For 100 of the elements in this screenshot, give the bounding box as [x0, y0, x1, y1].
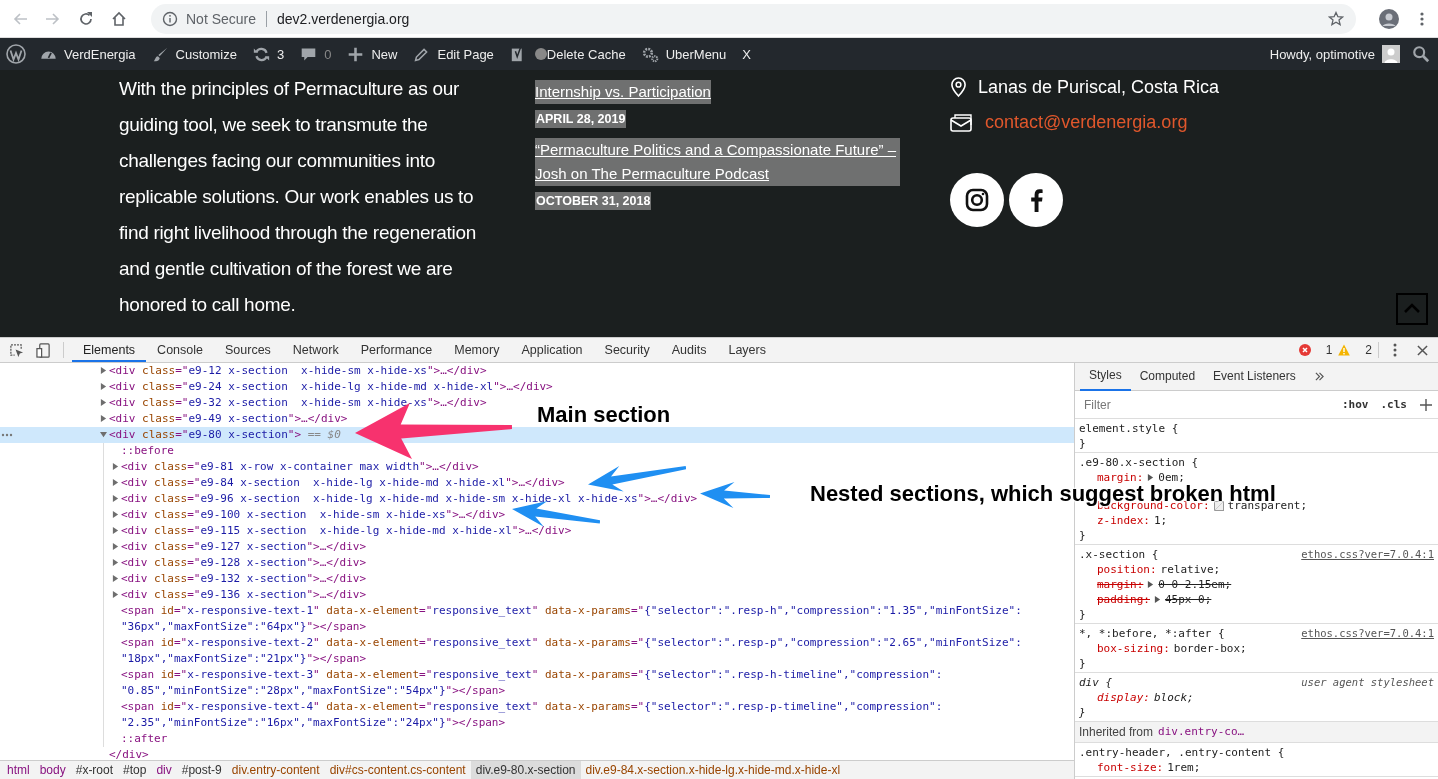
devtools-tab[interactable]: Audits — [660, 338, 718, 362]
inspect-element-icon[interactable] — [9, 342, 24, 358]
property-name[interactable]: position: — [1097, 562, 1157, 577]
property-name[interactable]: box-sizing: — [1097, 641, 1170, 656]
instagram-icon[interactable] — [950, 173, 1004, 227]
star-icon[interactable] — [1328, 10, 1344, 27]
expand-triangle-icon[interactable] — [112, 559, 119, 566]
more-icon[interactable] — [1, 433, 13, 437]
close-icon[interactable] — [1417, 344, 1428, 356]
devtools-tab[interactable]: Elements — [72, 338, 147, 362]
expand-triangle-icon[interactable] — [1147, 474, 1155, 481]
home-icon[interactable] — [111, 10, 127, 27]
breadcrumb-item[interactable]: #top — [118, 761, 152, 779]
expand-triangle-icon[interactable] — [112, 543, 119, 550]
code-line[interactable]: <div class="e9-100 x-section x-hide-sm x-hide-xs">…</div> — [121, 507, 506, 523]
breadcrumb-item[interactable]: div — [151, 761, 177, 779]
expand-triangle-icon[interactable] — [1154, 596, 1161, 603]
avatar-icon[interactable] — [1379, 8, 1399, 29]
code-line[interactable]: ::after — [121, 731, 168, 747]
collapse-triangle-icon[interactable] — [100, 431, 107, 438]
admin-bar-link[interactable]: New — [347, 45, 398, 63]
expand-triangle-icon[interactable] — [112, 591, 119, 598]
breadcrumb-item[interactable]: div.e9-84.x-section.x-hide-lg.x-hide-md.x-hide-xl — [580, 761, 846, 779]
account-link[interactable]: Howdy, optimotive — [1269, 45, 1400, 63]
property-name[interactable]: margin: — [1097, 470, 1144, 485]
wordpress-logo-icon[interactable] — [6, 44, 26, 64]
devtools-tab[interactable]: Console — [146, 338, 214, 362]
breadcrumb-item[interactable]: body — [34, 761, 71, 779]
styles-tab[interactable]: Event Listeners — [1204, 363, 1305, 390]
code-line[interactable]: <div class="e9-49 x-section">…</div> — [109, 411, 348, 427]
admin-bar-link[interactable]: Edit Page — [413, 45, 494, 63]
more-tabs-icon[interactable] — [1314, 372, 1324, 381]
code-line[interactable]: <span id="x-responsive-text-3" data-x-element="responsive_text" data-x-params="{"selector":".resp-h-timeline","compression":"0.85","minFontSize":"28px","maxFontSize":"54px"}"></span> — [121, 667, 1046, 699]
expand-triangle-icon[interactable] — [100, 383, 107, 390]
plus-icon[interactable] — [1420, 398, 1432, 411]
code-line[interactable]: <div class="e9-115 x-section x-hide-lg x-hide-md x-hide-xl">…</div> — [121, 523, 572, 539]
expand-triangle-icon[interactable] — [112, 511, 119, 518]
property-name[interactable]: display: — [1097, 690, 1150, 705]
breadcrumb-item[interactable]: #post-9 — [176, 761, 227, 779]
error-count[interactable]: 1 — [1325, 343, 1333, 357]
more-icon[interactable] — [1393, 343, 1397, 357]
expand-triangle-icon[interactable] — [1147, 581, 1155, 588]
breadcrumb-item[interactable]: html — [2, 761, 35, 779]
facebook-icon[interactable] — [1009, 173, 1063, 227]
expand-triangle-icon[interactable] — [112, 575, 119, 582]
admin-bar-link[interactable]: 0 — [300, 45, 332, 63]
expand-triangle-icon[interactable] — [100, 415, 107, 422]
reload-icon[interactable] — [78, 10, 94, 27]
code-line[interactable]: ::before — [121, 443, 174, 459]
inherited-link[interactable]: div.entry-co… — [1158, 725, 1245, 739]
code-line[interactable]: <div class="e9-84 x-section x-hide-lg x-hide-md x-hide-xl">…</div> — [121, 475, 565, 491]
property-name[interactable]: margin: — [1097, 577, 1144, 592]
device-toggle-icon[interactable] — [36, 342, 51, 358]
source-link[interactable]: ethos.css?ver=7.0.4:1 — [1301, 547, 1434, 562]
color-swatch-icon[interactable] — [1213, 500, 1224, 511]
expand-triangle-icon[interactable] — [100, 399, 107, 406]
admin-bar-link[interactable]: VerdEnergia — [40, 45, 136, 63]
post-link[interactable]: Internship vs. Participation — [535, 80, 711, 104]
expand-triangle-icon[interactable] — [112, 463, 119, 470]
devtools-tab[interactable]: Security — [593, 338, 661, 362]
search-icon[interactable] — [1412, 45, 1430, 63]
admin-bar-link[interactable]: X — [742, 46, 751, 62]
devtools-tab[interactable]: Memory — [443, 338, 511, 362]
property-name[interactable]: padding: — [1097, 592, 1150, 607]
breadcrumb-item[interactable]: div#cs-content.cs-content — [324, 761, 471, 779]
code-line[interactable]: <div class="e9-96 x-section x-hide-lg x-hide-md x-hide-sm x-hide-xl x-hide-xs">…</div> — [121, 491, 698, 507]
code-line[interactable]: <div class="e9-32 x-section x-hide-sm x-hide-xs">…</div> — [109, 395, 487, 411]
devtools-tab[interactable]: Sources — [214, 338, 282, 362]
property-value[interactable]: border-box; — [1173, 641, 1247, 656]
admin-bar-link[interactable]: UberMenu — [641, 45, 727, 63]
code-line[interactable]: <div class="e9-127 x-section">…</div> — [121, 539, 367, 555]
breadcrumb-item[interactable]: #x-root — [70, 761, 119, 779]
expand-triangle-icon[interactable] — [112, 527, 119, 534]
property-value[interactable]: 1rem; — [1167, 760, 1201, 775]
expand-triangle-icon[interactable] — [112, 479, 119, 486]
warning-count[interactable]: 2 — [1365, 343, 1372, 357]
code-line[interactable]: <span id="x-responsive-text-2" data-x-element="responsive_text" data-x-params="{"selector":".resp-p","compression":"2.65","minFontSize":"18px","maxFontSize":"21px"}"></span> — [121, 635, 1046, 667]
admin-bar-link[interactable]: Delete Cache — [546, 46, 626, 62]
devtools-tab[interactable]: Layers — [717, 338, 777, 362]
devtools-tab[interactable]: Network — [281, 338, 350, 362]
property-value[interactable]: relative; — [1160, 562, 1221, 577]
expand-triangle-icon[interactable] — [100, 367, 107, 374]
source-link[interactable]: ethos.css?ver=7.0.4:1 — [1301, 626, 1434, 641]
code-line[interactable]: <div class="e9-128 x-section">…</div> — [121, 555, 367, 571]
code-line[interactable]: <div class="e9-80 x-section"> == $0 — [109, 427, 341, 443]
code-line[interactable]: <div class="e9-24 x-section x-hide-lg x-hide-md x-hide-xl">…</div> — [109, 379, 553, 395]
expand-triangle-icon[interactable] — [112, 495, 119, 502]
post-link[interactable]: “Permaculture Politics and a Compassionate Future” – Josh on The Permaculture Podcast — [535, 138, 900, 186]
property-value[interactable]: block; — [1154, 690, 1194, 705]
admin-bar-link[interactable]: 3 — [253, 45, 285, 63]
hover-state-toggle[interactable]: :hov — [1339, 398, 1372, 411]
selected-row-highlight[interactable]: <div class="e9-80 x-section"> == $0 — [0, 427, 1074, 443]
email-link[interactable]: contact@verdenergia.org — [985, 112, 1188, 133]
devtools-tab[interactable]: Application — [510, 338, 594, 362]
breadcrumb-item[interactable]: div.e9-80.x-section — [470, 761, 581, 779]
code-line[interactable]: <div class="e9-12 x-section x-hide-sm x-hide-xs">…</div> — [109, 363, 487, 379]
devtools-tab[interactable]: Performance — [349, 338, 444, 362]
address-bar[interactable]: Not Secure dev2.verdenergia.org — [151, 3, 1356, 34]
styles-tab[interactable]: Styles — [1080, 363, 1131, 391]
code-line[interactable]: <span id="x-responsive-text-1" data-x-element="responsive_text" data-x-params="{"selector":".resp-h","compression":"1.35","minFontSize":"36px","maxFontSize":"64px"}"></span> — [121, 603, 1046, 635]
